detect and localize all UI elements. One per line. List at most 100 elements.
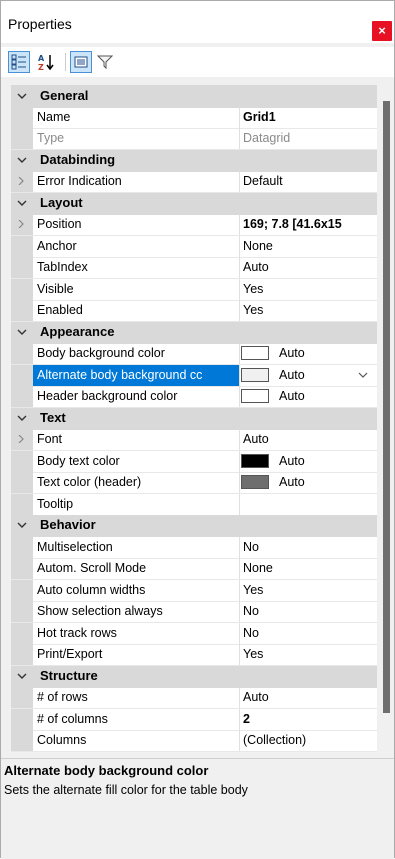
property-row-enabled[interactable]: Enabled Yes — [11, 300, 377, 322]
property-value[interactable]: Yes — [243, 647, 377, 663]
color-swatch — [241, 475, 269, 489]
property-row-tabindex[interactable]: TabIndex Auto — [11, 257, 377, 279]
property-row-num-rows[interactable]: # of rows Auto — [11, 687, 377, 709]
property-value[interactable]: Grid1 — [243, 110, 377, 126]
property-value[interactable]: Yes — [243, 303, 377, 319]
scrollbar-thumb[interactable] — [383, 101, 390, 713]
close-button[interactable]: × — [372, 21, 392, 41]
vertical-scrollbar[interactable] — [378, 85, 393, 751]
property-value[interactable]: Auto — [279, 389, 359, 405]
category-structure[interactable]: Structure — [11, 666, 377, 688]
property-value[interactable]: Auto — [243, 690, 377, 706]
column-splitter — [239, 236, 240, 257]
column-splitter — [239, 601, 240, 622]
category-databinding[interactable]: Databinding — [11, 150, 377, 172]
property-row-font[interactable]: Font Auto — [11, 429, 377, 451]
category-behavior[interactable]: Behavior — [11, 515, 377, 537]
property-value[interactable]: Yes — [243, 282, 377, 298]
row-gutter — [11, 128, 33, 149]
chevron-down-icon[interactable] — [358, 371, 368, 379]
category-layout[interactable]: Layout — [11, 193, 377, 215]
property-name: Font — [37, 432, 63, 446]
chevron-right-icon[interactable] — [17, 435, 25, 443]
property-row-multiselection[interactable]: Multiselection No — [11, 537, 377, 559]
property-row-name[interactable]: Name Grid1 — [11, 107, 377, 129]
property-value[interactable]: Yes — [243, 583, 377, 599]
property-value[interactable]: Auto — [279, 346, 359, 362]
description-title: Alternate body background color — [4, 763, 209, 778]
property-value[interactable]: 2 — [243, 712, 377, 728]
property-value[interactable]: None — [243, 239, 377, 255]
alphabetical-sort-button[interactable]: A Z — [35, 51, 57, 73]
column-splitter — [239, 687, 240, 708]
property-value[interactable]: Auto — [243, 260, 377, 276]
property-row-alternate-body-background-color[interactable]: Alternate body background cc Auto — [11, 365, 377, 387]
category-label: Behavior — [40, 517, 96, 532]
property-row-visible[interactable]: Visible Yes — [11, 279, 377, 301]
property-row-columns[interactable]: Columns (Collection) — [11, 730, 377, 752]
property-value[interactable]: No — [243, 626, 377, 642]
property-row-type[interactable]: Type Datagrid — [11, 128, 377, 150]
property-value[interactable]: (Collection) — [243, 733, 377, 749]
property-row-position[interactable]: Position 169; 7.8 [41.6x15 — [11, 214, 377, 236]
chevron-down-icon — [17, 673, 27, 679]
property-row-auto-column-widths[interactable]: Auto column widths Yes — [11, 580, 377, 602]
property-name: Error Indication — [37, 174, 122, 188]
property-row-show-selection-always[interactable]: Show selection always No — [11, 601, 377, 623]
property-row-body-background-color[interactable]: Body background color Auto — [11, 343, 377, 365]
row-gutter — [11, 623, 33, 644]
description-pane: Alternate body background color Sets the… — [1, 758, 394, 859]
alphabetical-sort-icon: A Z — [38, 54, 54, 71]
column-splitter — [239, 494, 240, 515]
property-row-print-export[interactable]: Print/Export Yes — [11, 644, 377, 666]
chevron-right-icon[interactable] — [17, 177, 25, 185]
filter-button[interactable] — [94, 51, 116, 73]
filter-icon — [97, 55, 113, 70]
property-row-num-columns[interactable]: # of columns 2 — [11, 709, 377, 731]
property-row-body-text-color[interactable]: Body text color Auto — [11, 451, 377, 473]
column-splitter — [239, 623, 240, 644]
property-name: Visible — [37, 282, 74, 296]
category-text[interactable]: Text — [11, 408, 377, 430]
property-value[interactable]: Auto — [279, 475, 359, 491]
property-value[interactable]: Auto — [279, 368, 359, 384]
toolbar: A Z — [1, 47, 394, 77]
category-appearance[interactable]: Appearance — [11, 322, 377, 344]
row-gutter — [11, 537, 33, 558]
property-value: Datagrid — [243, 131, 291, 145]
property-row-tooltip[interactable]: Tooltip — [11, 494, 377, 516]
category-general[interactable]: General — [11, 86, 377, 108]
chevron-right-icon[interactable] — [17, 220, 25, 228]
property-row-autom-scroll-mode[interactable]: Autom. Scroll Mode None — [11, 558, 377, 580]
property-row-anchor[interactable]: Anchor None — [11, 236, 377, 258]
categorized-view-button[interactable] — [8, 51, 30, 73]
property-value[interactable]: Default — [243, 174, 377, 190]
color-swatch — [241, 346, 269, 360]
row-gutter — [11, 451, 33, 472]
property-row-text-color-header[interactable]: Text color (header) Auto — [11, 472, 377, 494]
column-splitter — [239, 537, 240, 558]
property-value[interactable]: No — [243, 604, 377, 620]
column-splitter — [239, 257, 240, 278]
property-value[interactable]: Auto — [279, 454, 359, 470]
category-label: Databinding — [40, 152, 116, 167]
property-row-header-background-color[interactable]: Header background color Auto — [11, 386, 377, 408]
property-value[interactable] — [243, 497, 377, 513]
property-value[interactable]: None — [243, 561, 377, 577]
property-name: Name — [37, 110, 71, 124]
property-value[interactable]: Auto — [243, 432, 377, 448]
chevron-down-icon — [17, 329, 27, 335]
row-gutter — [11, 494, 33, 515]
property-pages-button[interactable] — [70, 51, 92, 73]
column-splitter — [239, 107, 240, 128]
property-row-hot-track-rows[interactable]: Hot track rows No — [11, 623, 377, 645]
property-name: Alternate body background cc — [37, 368, 203, 382]
property-value[interactable]: 169; 7.8 [41.6x15 — [243, 217, 377, 233]
properties-panel: Properties × A Z General Name Grid1 Type… — [0, 0, 395, 859]
column-splitter — [239, 429, 240, 450]
property-name: Show selection always — [37, 604, 163, 618]
property-row-error-indication[interactable]: Error Indication Default — [11, 171, 377, 193]
row-gutter — [11, 709, 33, 730]
property-name: Multiselection — [37, 540, 113, 554]
property-value[interactable]: No — [243, 540, 377, 556]
